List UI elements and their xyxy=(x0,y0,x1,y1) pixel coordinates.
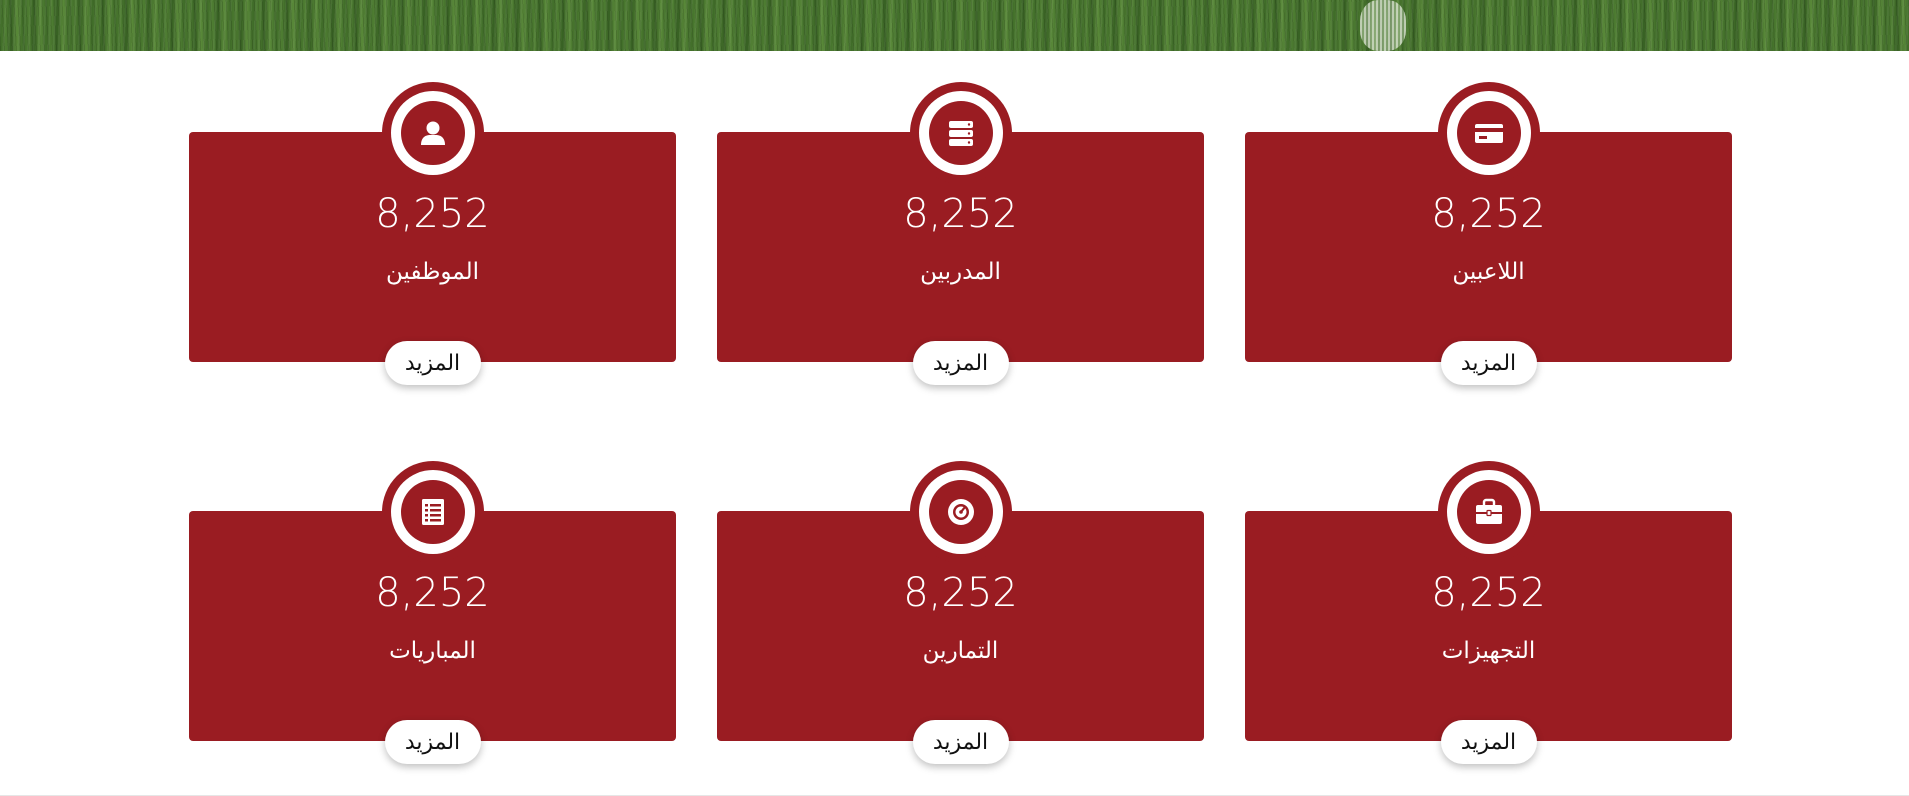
more-button[interactable]: المزيد xyxy=(1440,341,1537,385)
card-badge xyxy=(1437,461,1540,563)
stat-card-players: 8,252 اللاعبين المزيد xyxy=(1245,82,1732,385)
stat-value: 8,252 xyxy=(1431,191,1546,237)
card-badge xyxy=(381,461,484,563)
more-button[interactable]: المزيد xyxy=(912,720,1009,764)
card-badge xyxy=(909,82,1012,184)
stat-value: 8,252 xyxy=(903,191,1018,237)
briefcase-icon xyxy=(1475,498,1502,524)
card-badge xyxy=(1437,82,1540,184)
more-button[interactable]: المزيد xyxy=(912,341,1009,385)
stat-card-trainings: 8,252 التمارين المزيد xyxy=(717,461,1204,764)
user-icon xyxy=(420,121,445,145)
stat-card-coaches: 8,252 المدربين المزيد xyxy=(717,82,1204,385)
stat-card-employees: 8,252 الموظفين المزيد xyxy=(189,82,676,385)
stat-label: الموظفين xyxy=(386,258,479,284)
card-badge xyxy=(381,82,484,184)
stat-label: التجهيزات xyxy=(1441,637,1536,663)
stat-value: 8,252 xyxy=(375,191,490,237)
stat-card-matches: 8,252 المباريات المزيد xyxy=(189,461,676,764)
stat-label: التمارين xyxy=(922,637,999,663)
list-icon xyxy=(421,499,444,525)
more-button[interactable]: المزيد xyxy=(1440,720,1537,764)
dashboard-gauge-icon xyxy=(947,499,974,525)
pitch-line xyxy=(1360,0,1406,51)
stat-label: اللاعبين xyxy=(1452,258,1525,284)
credit-card-icon xyxy=(1474,124,1503,143)
banner-grass-image xyxy=(0,0,1909,51)
stat-label: المباريات xyxy=(389,637,476,663)
server-icon xyxy=(948,121,973,146)
more-button[interactable]: المزيد xyxy=(384,341,481,385)
stat-value: 8,252 xyxy=(1431,570,1546,616)
more-button[interactable]: المزيد xyxy=(384,720,481,764)
stat-card-equipment: 8,252 التجهيزات المزيد xyxy=(1245,461,1732,764)
stat-value: 8,252 xyxy=(375,570,490,616)
stat-label: المدربين xyxy=(920,258,1001,284)
stat-value: 8,252 xyxy=(903,570,1018,616)
card-badge xyxy=(909,461,1012,563)
